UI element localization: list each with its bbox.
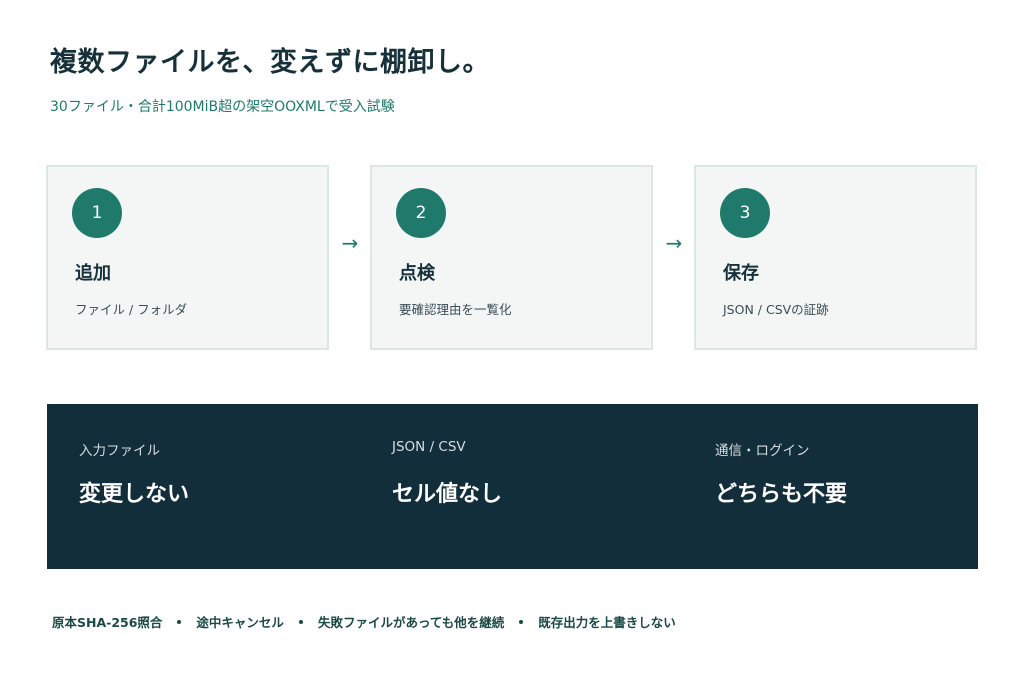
feature-item: 途中キャンセル	[196, 615, 284, 630]
bullet-separator	[298, 619, 303, 624]
step-number-badge: 3	[720, 188, 770, 238]
step-description: JSON / CSVの証跡	[723, 302, 829, 317]
fact-value: どちらも不要	[715, 482, 848, 507]
fact-label: JSON / CSV	[392, 439, 466, 455]
page-title: 複数ファイルを、変えずに棚卸し。	[50, 47, 490, 78]
feature-item: 既存出力を上書きしない	[538, 615, 676, 630]
feature-item: 原本SHA-256照合	[52, 615, 163, 630]
step-title: 保存	[723, 263, 759, 284]
page: 複数ファイルを、変えずに棚卸し。 30ファイル・合計100MiB超の架空OOXM…	[0, 0, 1024, 683]
arrow-right-icon: →	[665, 231, 683, 255]
step-card-inspect: 2 点検 要確認理由を一覧化	[370, 165, 653, 350]
step-description: ファイル / フォルダ	[75, 302, 188, 317]
fact-value: 変更しない	[79, 482, 190, 507]
arrow-right-icon: →	[341, 231, 359, 255]
feature-item: 失敗ファイルがあっても他を継続	[317, 615, 505, 630]
bullet-separator	[519, 619, 524, 624]
guarantees-panel: 入力ファイル 変更しない JSON / CSV セル値なし 通信・ログイン どち…	[47, 404, 978, 569]
page-subtitle: 30ファイル・合計100MiB超の架空OOXMLで受入試験	[50, 99, 395, 115]
fact-label: 入力ファイル	[79, 443, 160, 459]
step-title: 追加	[75, 263, 111, 284]
fact-value: セル値なし	[392, 482, 503, 507]
fact-label: 通信・ログイン	[715, 443, 810, 459]
step-card-add: 1 追加 ファイル / フォルダ	[46, 165, 329, 350]
feature-list: 原本SHA-256照合 途中キャンセル 失敗ファイルがあっても他を継続 既存出力…	[52, 612, 676, 631]
step-card-save: 3 保存 JSON / CSVの証跡	[694, 165, 977, 350]
step-title: 点検	[399, 263, 435, 284]
step-number-badge: 2	[396, 188, 446, 238]
bullet-separator	[177, 619, 182, 624]
step-number-badge: 1	[72, 188, 122, 238]
step-description: 要確認理由を一覧化	[399, 302, 512, 317]
